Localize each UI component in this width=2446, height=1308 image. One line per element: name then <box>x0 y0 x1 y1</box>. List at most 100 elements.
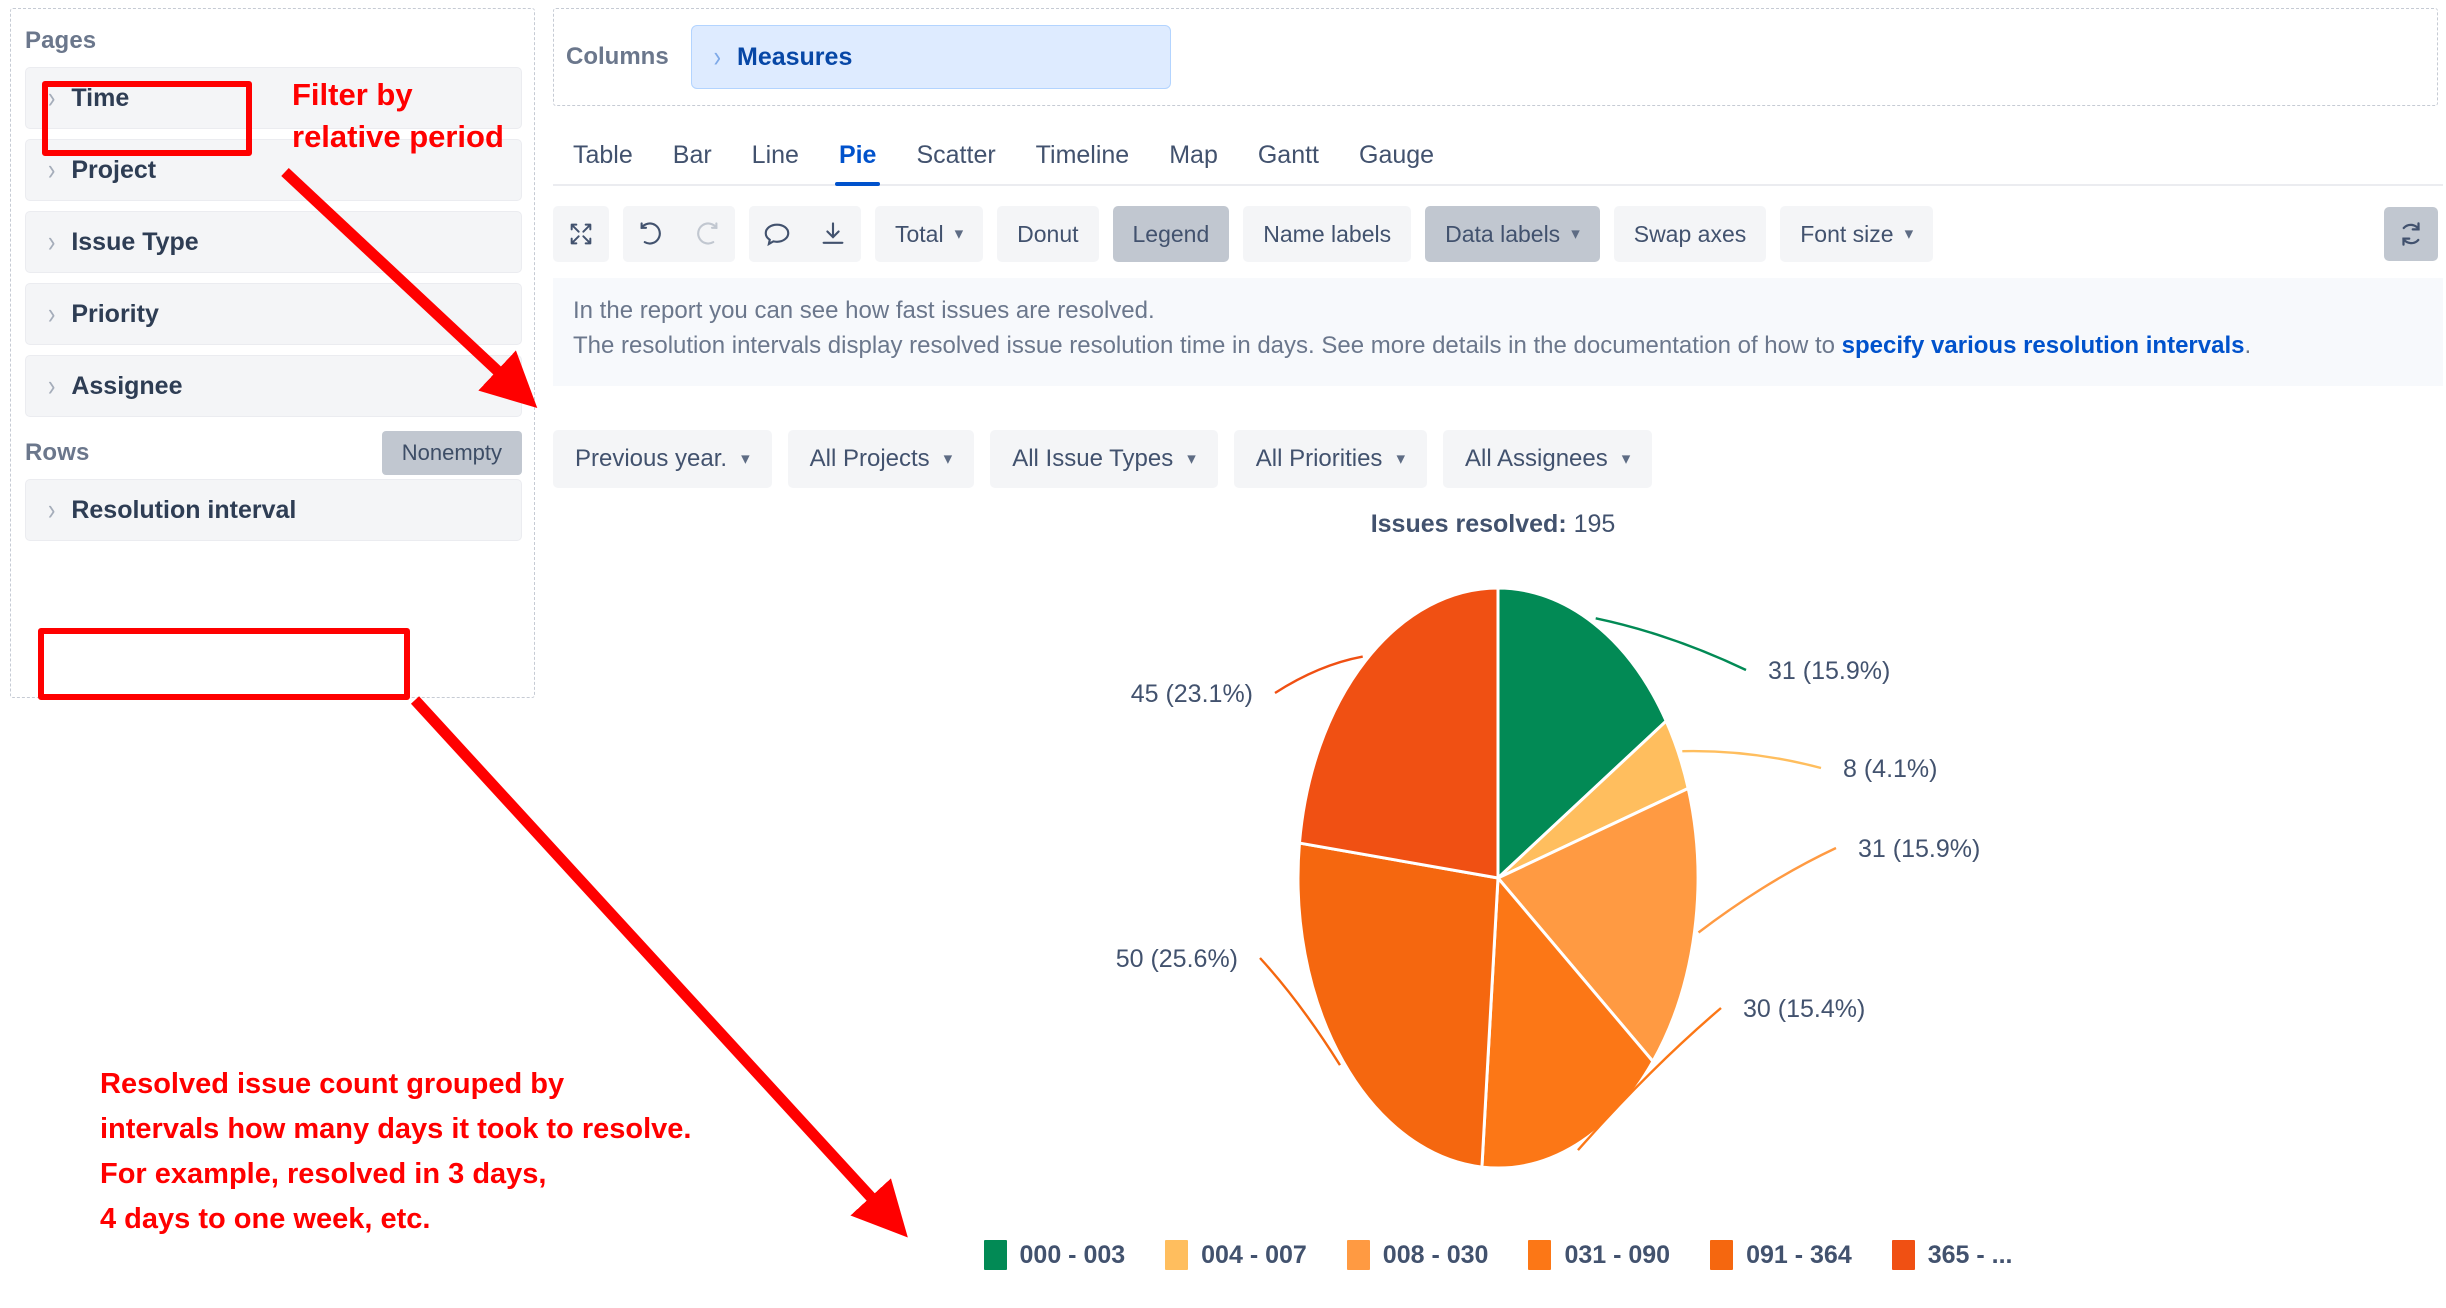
docs-link[interactable]: specify various resolution intervals <box>1842 332 2245 359</box>
tab-bar[interactable]: Bar <box>653 141 732 184</box>
total-button[interactable]: Total ▾ <box>875 206 984 262</box>
swap-axes-button[interactable]: Swap axes <box>1613 206 1767 262</box>
chevron-right-icon: › <box>48 224 56 259</box>
legend-label: 000 - 003 <box>1019 1240 1126 1269</box>
legend-color-swatch <box>1165 1240 1189 1270</box>
total-label: Total <box>895 220 944 247</box>
chevron-down-icon: ▾ <box>1396 448 1405 468</box>
chevron-right-icon: › <box>713 39 721 74</box>
filter-priorities[interactable]: All Priorities ▾ <box>1233 430 1427 488</box>
legend-item[interactable]: 004 - 007 <box>1165 1240 1307 1270</box>
name-labels-button[interactable]: Name labels <box>1243 206 1412 262</box>
pie-chart-svg[interactable]: 31 (15.9%) 8 (4.1%) 31 (15.9%) 30 (15.4%) 50… <box>553 560 2443 1220</box>
filter-issue-types[interactable]: All Issue Types ▾ <box>990 430 1218 488</box>
info-banner: In the report you can see how fast issue… <box>553 278 2443 386</box>
tab-pie[interactable]: Pie <box>819 141 897 186</box>
donut-button[interactable]: Donut <box>997 206 1099 262</box>
issues-resolved-summary: Issues resolved: 195 <box>1370 510 1616 538</box>
columns-field-measures[interactable]: › Measures <box>690 25 1171 89</box>
undo-button[interactable] <box>623 206 679 262</box>
chart-toolbar: Total ▾ Donut Legend Name labels Data la… <box>553 206 2443 262</box>
legend-label: 031 - 090 <box>1564 1240 1671 1269</box>
font-size-button[interactable]: Font size ▾ <box>1780 206 1934 262</box>
filter-label: All Issue Types <box>1012 445 1174 472</box>
tab-line[interactable]: Line <box>732 141 819 184</box>
chevron-right-icon: › <box>48 80 56 115</box>
pages-title: Pages <box>25 27 97 54</box>
download-button[interactable] <box>805 206 861 262</box>
chevron-down-icon: ▾ <box>943 448 953 468</box>
legend-label: 008 - 030 <box>1382 1240 1489 1269</box>
issues-resolved-label: Issues resolved <box>1370 510 1559 538</box>
pie-slice-label: 31 (15.9%) <box>1858 835 1980 863</box>
pie-slice[interactable] <box>1296 841 1500 1169</box>
legend-label: 091 - 364 <box>1746 1240 1852 1269</box>
tab-gauge[interactable]: Gauge <box>1339 141 1454 184</box>
pie-slices[interactable] <box>1296 586 1700 1170</box>
filter-label: Previous year. <box>575 445 728 472</box>
nonempty-toggle-button[interactable]: Nonempty <box>381 431 522 475</box>
pages-field-label: Issue Type <box>71 227 199 256</box>
undo-redo-group <box>623 206 735 262</box>
tab-map[interactable]: Map <box>1149 141 1238 184</box>
pie-leader-line <box>1697 846 1837 934</box>
pages-field-label: Assignee <box>71 371 183 400</box>
legend-label: 004 - 007 <box>1201 1240 1307 1269</box>
undo-icon <box>640 222 661 245</box>
pie-slice-label: 31 (15.9%) <box>1768 657 1890 685</box>
rows-shelf-header: Rows Nonempty <box>25 427 522 479</box>
rows-field-label: Resolution interval <box>71 495 297 524</box>
pages-field-label: Priority <box>71 299 159 328</box>
pages-field-priority[interactable]: › Priority <box>25 283 522 345</box>
legend-color-swatch <box>1528 1240 1552 1270</box>
filter-label: All Assignees <box>1464 445 1608 472</box>
columns-label: Columns <box>566 43 669 70</box>
legend-item[interactable]: 031 - 090 <box>1528 1240 1670 1270</box>
comment-download-group <box>749 206 861 262</box>
filter-assignees[interactable]: All Assignees ▾ <box>1442 430 1653 488</box>
chart-type-tabs: Table Bar Line Pie Scatter Timeline Map … <box>553 126 2443 186</box>
rows-field-resolution-interval[interactable]: › Resolution interval <box>25 479 522 541</box>
chart-legend: 000 - 003 004 - 007 008 - 030 031 - 090 091 … <box>553 1240 2443 1270</box>
pie-slice-label: 45 (23.1%) <box>1131 680 1253 708</box>
pages-shelf-header: Pages <box>25 15 522 67</box>
fullscreen-button[interactable] <box>553 206 609 262</box>
expand-icon <box>570 223 592 245</box>
issues-resolved-value: 195 <box>1573 510 1616 538</box>
tab-table[interactable]: Table <box>553 141 653 184</box>
pages-field-label: Project <box>71 155 157 184</box>
tab-gantt[interactable]: Gantt <box>1238 141 1339 184</box>
filter-bar: Previous year. ▾ All Projects ▾ All Issu… <box>553 430 1653 488</box>
pages-field-assignee[interactable]: › Assignee <box>25 355 522 417</box>
legend-item[interactable]: 091 - 364 <box>1710 1240 1852 1270</box>
filter-label: All Priorities <box>1255 445 1383 472</box>
pie-slice[interactable] <box>1297 586 1500 880</box>
comment-icon <box>764 223 790 247</box>
filter-label: All Projects <box>809 445 930 472</box>
pages-field-label: Time <box>71 83 130 112</box>
tab-timeline[interactable]: Timeline <box>1016 141 1150 184</box>
data-labels-label: Data labels <box>1445 220 1561 247</box>
legend-item[interactable]: 008 - 030 <box>1346 1240 1489 1270</box>
filter-projects[interactable]: All Projects ▾ <box>787 430 975 488</box>
legend-button[interactable]: Legend <box>1112 206 1230 262</box>
legend-item[interactable]: 000 - 003 <box>983 1240 1126 1270</box>
data-labels-button[interactable]: Data labels ▾ <box>1425 206 1600 262</box>
filter-time-period[interactable]: Previous year. ▾ <box>553 430 772 488</box>
redo-button[interactable] <box>679 206 735 262</box>
pages-field-issue-type[interactable]: › Issue Type <box>25 211 522 273</box>
chevron-down-icon: ▾ <box>1621 448 1631 468</box>
pie-slice-label: 8 (4.1%) <box>1843 755 1937 783</box>
refresh-button[interactable] <box>2384 207 2438 261</box>
redo-icon <box>697 222 718 245</box>
chevron-down-icon: ▾ <box>954 223 964 243</box>
chevron-down-icon: ▾ <box>1187 448 1196 468</box>
comment-button[interactable] <box>749 206 805 262</box>
chevron-right-icon: › <box>48 368 56 403</box>
pie-slice-label: 30 (15.4%) <box>1743 995 1865 1023</box>
chevron-down-icon: ▾ <box>1904 223 1914 243</box>
info-line-1: In the report you can see how fast issue… <box>573 297 1155 324</box>
info-line-2-prefix: The resolution intervals display resolve… <box>573 331 1842 359</box>
legend-item[interactable]: 365 - ... <box>1891 1240 2012 1270</box>
tab-scatter[interactable]: Scatter <box>896 141 1015 184</box>
